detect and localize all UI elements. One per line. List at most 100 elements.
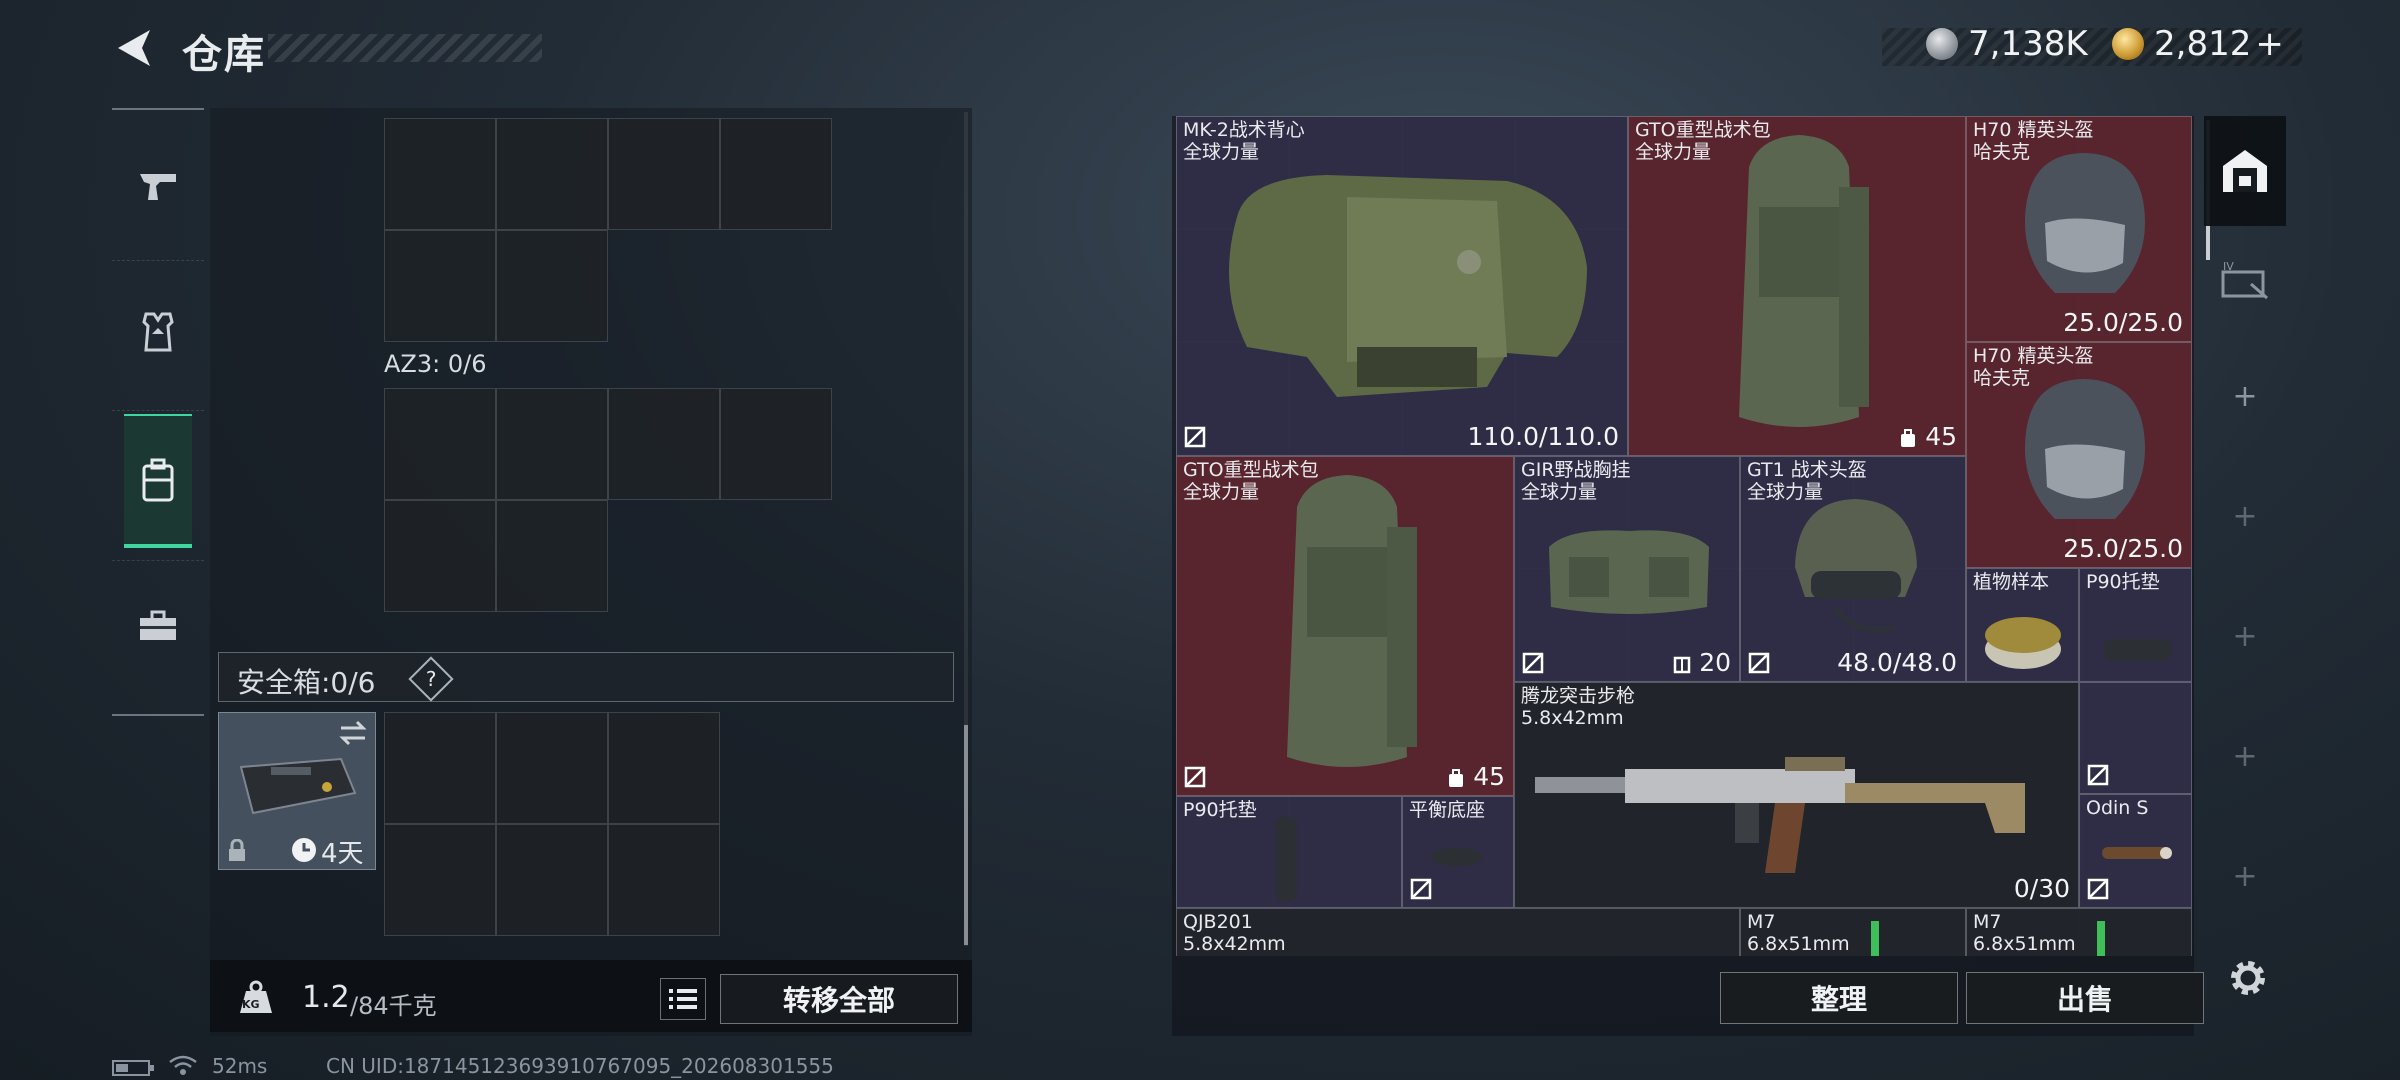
plus-icon: +: [2232, 738, 2258, 774]
inventory-item[interactable]: P90托垫: [2079, 568, 2192, 682]
tab-add-2[interactable]: +: [2204, 456, 2286, 576]
grid-slot[interactable]: [384, 500, 496, 612]
grid-slot[interactable]: [608, 388, 720, 500]
tab-add-4[interactable]: +: [2204, 696, 2286, 816]
lock-icon: [229, 839, 245, 861]
inventory-slot[interactable]: [2079, 682, 2192, 794]
helmet-image: [2025, 153, 2145, 293]
item-durability: 48.0/48.0: [1837, 648, 1957, 677]
item-name: GIR野战胸挂 全球力量: [1521, 459, 1631, 503]
chest-rig-image: [1549, 530, 1709, 614]
item-capacity: 20: [1673, 648, 1731, 677]
inventory-item[interactable]: M7 6.8x51mm: [1740, 908, 1966, 956]
backpack-image: [1739, 135, 1869, 427]
plant-sample-image: [1985, 617, 2061, 669]
inventory-item[interactable]: GIR野战胸挂 全球力量 20: [1514, 456, 1740, 682]
tab-add-1[interactable]: +: [2204, 336, 2286, 456]
back-arrow-icon[interactable]: [112, 26, 156, 70]
no-insure-icon: [1184, 426, 1206, 448]
weight-icon-text: KG: [242, 998, 260, 1011]
grid-slot[interactable]: [496, 118, 608, 230]
no-insure-icon: [1410, 878, 1432, 900]
item-name: 植物样本: [1973, 571, 2050, 593]
ammo-image: [1871, 921, 1879, 956]
swap-icon[interactable]: [337, 719, 369, 747]
gold-amount: 2,812: [2154, 24, 2252, 64]
backpack-image: [1287, 475, 1417, 767]
inventory-item[interactable]: 腾龙突击步枪 5.8x42mm 0/30: [1514, 682, 2079, 908]
grid-slot[interactable]: [496, 712, 608, 824]
grid-slot[interactable]: [720, 118, 832, 230]
grid-slot[interactable]: [608, 118, 720, 230]
tab-add-5[interactable]: +: [2204, 816, 2286, 936]
grid-slot[interactable]: [384, 230, 496, 342]
plus-icon: +: [2232, 378, 2258, 414]
inventory-item[interactable]: QJB201 5.8x42mm: [1176, 908, 1740, 956]
bag-capacity-icon: [1901, 429, 1916, 447]
grid-slot[interactable]: [496, 824, 608, 936]
item-name: P90托垫: [2086, 571, 2160, 593]
grid-slot[interactable]: [384, 824, 496, 936]
item-name: M7 6.8x51mm: [1747, 911, 1850, 955]
tab-add-3[interactable]: +: [2204, 576, 2286, 696]
help-icon[interactable]: ?: [408, 656, 454, 702]
grid-slot[interactable]: [384, 118, 496, 230]
grid-slot[interactable]: [608, 824, 720, 936]
sidebar-item-items[interactable]: [124, 580, 192, 672]
container-grid-az3: [384, 388, 832, 612]
grid-slot[interactable]: [608, 712, 720, 824]
item-name: 腾龙突击步枪 5.8x42mm: [1521, 685, 1636, 729]
svg-text:IV: IV: [2223, 260, 2234, 273]
tab-stash-main[interactable]: [2204, 116, 2286, 226]
left-scrollbar-thumb[interactable]: [964, 725, 968, 945]
vest-image: [1229, 175, 1587, 397]
plus-icon: +: [2232, 498, 2258, 534]
item-durability: 25.0/25.0: [2063, 534, 2183, 563]
sidebar-item-backpack[interactable]: [124, 414, 192, 548]
helmet-image: [1795, 499, 1917, 632]
sort-button[interactable]: 整理: [1720, 972, 1958, 1024]
safebox-case[interactable]: 4天: [218, 712, 376, 870]
grid-slot[interactable]: [496, 230, 608, 342]
inventory-item[interactable]: H70 精英头盔 哈夫克 25.0/25.0: [1966, 342, 2192, 568]
inventory-item[interactable]: MK-2战术背心 全球力量 110.0/110.0: [1176, 116, 1628, 456]
inventory-item[interactable]: Odin S: [2079, 794, 2192, 908]
item-name: P90托垫: [1183, 799, 1257, 821]
grid-slot[interactable]: [720, 388, 832, 500]
item-name: H70 精英头盔 哈夫克: [1973, 119, 2094, 163]
inventory-item[interactable]: P90托垫: [1176, 796, 1402, 908]
grid-slot[interactable]: [496, 500, 608, 612]
scope-image: [2102, 847, 2172, 859]
transfer-all-button[interactable]: 转移全部: [720, 974, 958, 1024]
item-name: GT1 战术头盔 全球力量: [1747, 459, 1867, 503]
currency-gold: 2,812 +: [2112, 20, 2284, 68]
item-capacity: 45: [1447, 762, 1505, 791]
item-name: QJB201 5.8x42mm: [1183, 911, 1286, 955]
sell-button[interactable]: 出售: [1966, 972, 2204, 1024]
container-grid-top: [384, 118, 832, 342]
grid-slot[interactable]: [496, 388, 608, 500]
list-view-button[interactable]: [660, 978, 706, 1020]
tab-stash-iv[interactable]: IV: [2204, 226, 2286, 336]
no-insure-icon: [2087, 878, 2109, 900]
inventory-item[interactable]: 植物样本: [1966, 568, 2079, 682]
inventory-item[interactable]: GTO重型战术包 全球力量 45: [1176, 456, 1514, 796]
no-insure-icon: [1184, 766, 1206, 788]
add-currency-button[interactable]: +: [2255, 24, 2284, 64]
inventory-item[interactable]: M7 6.8x51mm: [1966, 908, 2192, 956]
stash-grid: MK-2战术背心 全球力量 110.0/110.0 GTO重型战术包 全球力量 45…: [1176, 116, 2192, 956]
armor-icon: [142, 312, 174, 352]
stock-pad-image: [1275, 817, 1297, 901]
sidebar-item-gear[interactable]: [124, 286, 192, 378]
settings-gear-icon[interactable]: [2226, 956, 2270, 1000]
grid-slot[interactable]: [384, 712, 496, 824]
case-icon: [239, 757, 357, 815]
inventory-item[interactable]: 平衡底座: [1402, 796, 1514, 908]
grid-slot[interactable]: [384, 388, 496, 500]
inventory-item[interactable]: GT1 战术头盔 全球力量 48.0/48.0: [1740, 456, 1966, 682]
ammo-image: [2097, 921, 2105, 956]
sidebar-item-weapons[interactable]: [124, 140, 192, 232]
inventory-item[interactable]: GTO重型战术包 全球力量 45: [1628, 116, 1966, 456]
inventory-item[interactable]: H70 精英头盔 哈夫克 25.0/25.0: [1966, 116, 2192, 342]
container-label: AZ3: 0/6: [384, 350, 487, 378]
